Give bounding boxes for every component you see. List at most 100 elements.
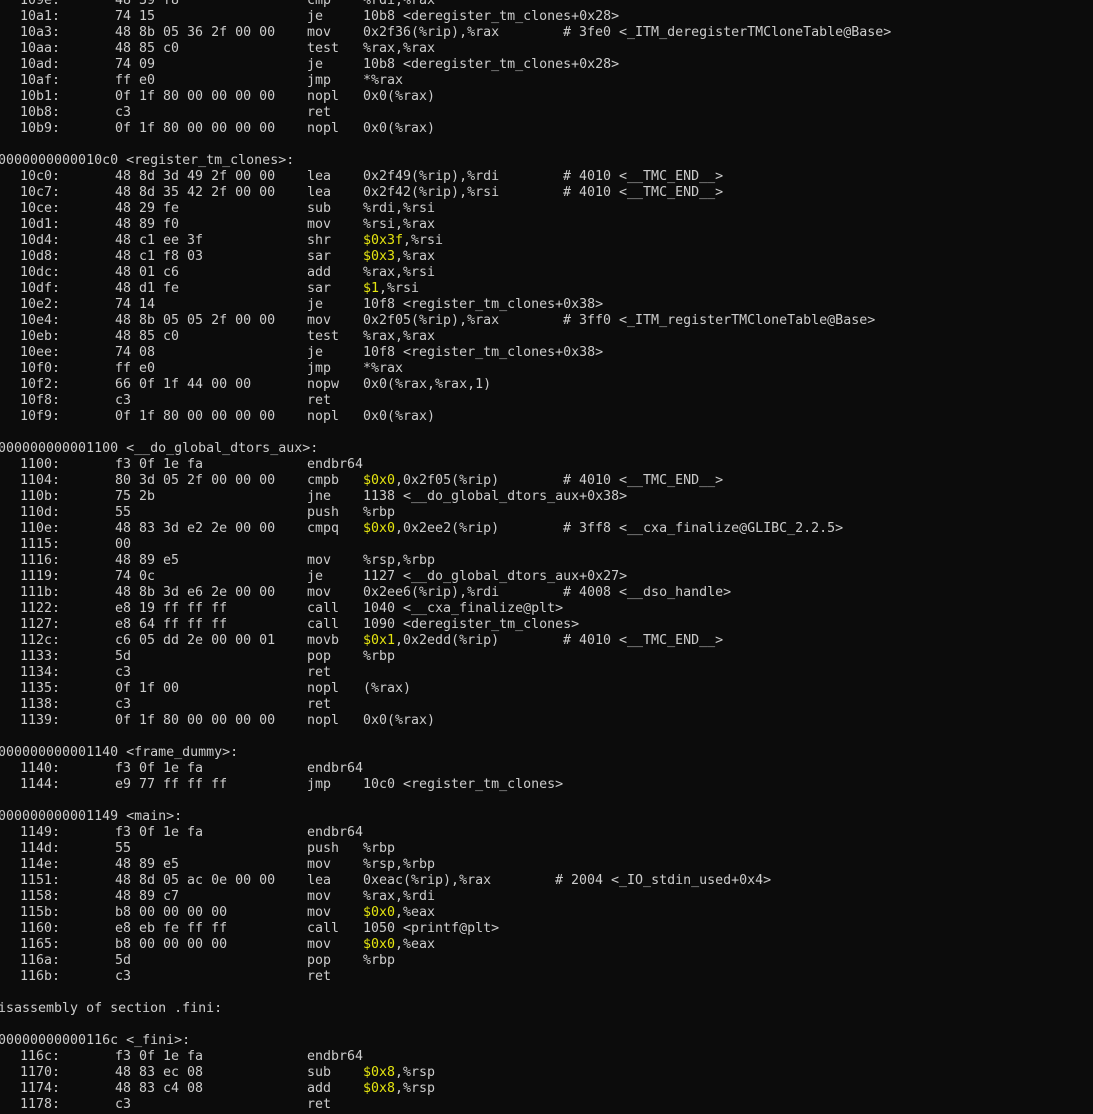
instruction-mnemonic: lea [307, 873, 332, 888]
immediate-value: $0x0 [363, 521, 396, 536]
instruction-address: 10ee: [20, 345, 61, 360]
instruction-line: 1151: 48 8d 05 ac 0e 00 00 lea 0xeac(%rip),… [0, 873, 1093, 889]
instruction-address: 1149: [20, 825, 61, 840]
instruction-address: 1119: [20, 569, 61, 584]
instruction-bytes: 74 15 [115, 9, 156, 24]
operand-text: ,0x2f05(%rip) [395, 473, 500, 488]
instruction-bytes: f3 0f 1e fa [115, 761, 204, 776]
instruction-line: 10ce: 48 29 fe sub %rdi,%rsi [0, 201, 1093, 217]
operand-text: (%rax) [363, 681, 412, 696]
instruction-bytes: 48 85 c0 [115, 329, 180, 344]
instruction-mnemonic: cmpq [307, 521, 340, 536]
instruction-line: 10b9: 0f 1f 80 00 00 00 00 nopl 0x0(%rax) [0, 121, 1093, 137]
instruction-mnemonic: mov [307, 937, 332, 952]
operand-text: 1050 <printf@plt> [363, 921, 500, 936]
instruction-mnemonic: endbr64 [307, 1049, 364, 1064]
instruction-operands: 10f8 <register_tm_clones+0x38> [363, 297, 603, 313]
instruction-line: 1170: 48 83 ec 08 sub $0x8,%rsp [0, 1065, 1093, 1081]
instruction-bytes: 48 89 e5 [115, 553, 180, 568]
instruction-line: 10d8: 48 c1 f8 03 sar $0x3,%rax [0, 249, 1093, 265]
function-header: 000000000000116c <_fini>: [0, 1033, 1093, 1049]
instruction-line: 10ad: 74 09 je 10b8 <deregister_tm_clones+0… [0, 57, 1093, 73]
instruction-mnemonic: cmpb [307, 473, 340, 488]
instruction-address: 10dc: [20, 265, 61, 280]
instruction-line: 1119: 74 0c je 1127 <__do_global_dtors_aux+… [0, 569, 1093, 585]
instruction-mnemonic: shr [307, 233, 332, 248]
immediate-value: $0x8 [363, 1081, 396, 1096]
function-header: 0000000000001140 <frame_dummy>: [0, 745, 1093, 761]
instruction-line: 1160: e8 eb fe ff ff call 1050 <printf@plt> [0, 921, 1093, 937]
instruction-address: 10e4: [20, 313, 61, 328]
instruction-mnemonic: mov [307, 217, 332, 232]
instruction-address: 10aa: [20, 41, 61, 56]
instruction-line: 10eb: 48 85 c0 test %rax,%rax [0, 329, 1093, 345]
instruction-mnemonic: sar [307, 249, 332, 264]
instruction-bytes: 48 89 e5 [115, 857, 180, 872]
instruction-bytes: 48 c1 ee 3f [115, 233, 204, 248]
instruction-line: 10a3: 48 8b 05 36 2f 00 00 mov 0x2f36(%rip)… [0, 25, 1093, 41]
instruction-mnemonic: ret [307, 105, 332, 120]
instruction-address: 109e: [20, 0, 61, 8]
operand-text: ,%eax [395, 905, 436, 920]
instruction-mnemonic: endbr64 [307, 761, 364, 776]
instruction-bytes: c3 [115, 969, 132, 984]
instruction-address: 10af: [20, 73, 61, 88]
instruction-mnemonic: je [307, 297, 324, 312]
instruction-line: 10d1: 48 89 f0 mov %rsi,%rax [0, 217, 1093, 233]
instruction-address: 1134: [20, 665, 61, 680]
operand-text: %rax,%rsi [363, 265, 436, 280]
operand-text: %rsp,%rbp [363, 857, 436, 872]
instruction-mnemonic: cmp [307, 0, 332, 8]
instruction-bytes: 48 89 c7 [115, 889, 180, 904]
instruction-bytes: 80 3d 05 2f 00 00 00 [115, 473, 276, 488]
instruction-address: 1160: [20, 921, 61, 936]
operand-text: 0xeac(%rip),%rax [363, 873, 492, 888]
instruction-line: 1127: e8 64 ff ff ff call 1090 <deregister_… [0, 617, 1093, 633]
instruction-operands: $0x1,0x2edd(%rip) [363, 633, 499, 649]
instruction-operands: %rax,%rdi [363, 889, 435, 905]
instruction-operands: 1090 <deregister_tm_clones> [363, 617, 579, 633]
instruction-operands: %rbp [363, 953, 395, 969]
instruction-mnemonic: ret [307, 697, 332, 712]
instruction-bytes: 48 83 c4 08 [115, 1081, 204, 1096]
instruction-operands: %rsp,%rbp [363, 553, 435, 569]
instruction-line: 10dc: 48 01 c6 add %rax,%rsi [0, 265, 1093, 281]
instruction-mnemonic: pop [307, 649, 332, 664]
immediate-value: $0x8 [363, 1065, 396, 1080]
instruction-bytes: c3 [115, 393, 132, 408]
instruction-address: 1116: [20, 553, 61, 568]
instruction-operands: %rbp [363, 505, 395, 521]
instruction-mnemonic: mov [307, 857, 332, 872]
instruction-operands: %rax,%rsi [363, 265, 435, 281]
instruction-line: 109e: 48 39 f8 cmp %rdi,%rax [0, 0, 1093, 9]
instruction-mnemonic: nopw [307, 377, 340, 392]
operand-text: %rax,%rdi [363, 889, 436, 904]
immediate-value: $0x3 [363, 249, 396, 264]
instruction-line: 1116: 48 89 e5 mov %rsp,%rbp [0, 553, 1093, 569]
operand-text: 10b8 <deregister_tm_clones+0x28> [363, 57, 620, 72]
instruction-address: 114e: [20, 857, 61, 872]
operand-text: 0x2f49(%rip),%rdi [363, 169, 500, 184]
instruction-address: 116a: [20, 953, 61, 968]
instruction-operands: 0x0(%rax,%rax,1) [363, 377, 491, 393]
instruction-line: 10b1: 0f 1f 80 00 00 00 00 nopl 0x0(%rax) [0, 89, 1093, 105]
instruction-line: 110b: 75 2b jne 1138 <__do_global_dtors_aux… [0, 489, 1093, 505]
instruction-mnemonic: je [307, 345, 324, 360]
instruction-address: 110e: [20, 521, 61, 536]
instruction-mnemonic: nopl [307, 89, 340, 104]
instruction-address: 1170: [20, 1065, 61, 1080]
operand-text: ,%rsp [395, 1081, 436, 1096]
instruction-address: 10b9: [20, 121, 61, 136]
instruction-address: 10f8: [20, 393, 61, 408]
instruction-operands: $0x3f,%rsi [363, 233, 443, 249]
instruction-address: 112c: [20, 633, 61, 648]
instruction-bytes: 0f 1f 00 [115, 681, 180, 696]
instruction-operands: %rax,%rax [363, 329, 435, 345]
instruction-bytes: c3 [115, 665, 132, 680]
instruction-bytes: 48 8d 3d 49 2f 00 00 [115, 169, 276, 184]
operand-text: ,0x2ee2(%rip) [395, 521, 500, 536]
instruction-line: 1144: e9 77 ff ff ff jmp 10c0 <register_tm_… [0, 777, 1093, 793]
